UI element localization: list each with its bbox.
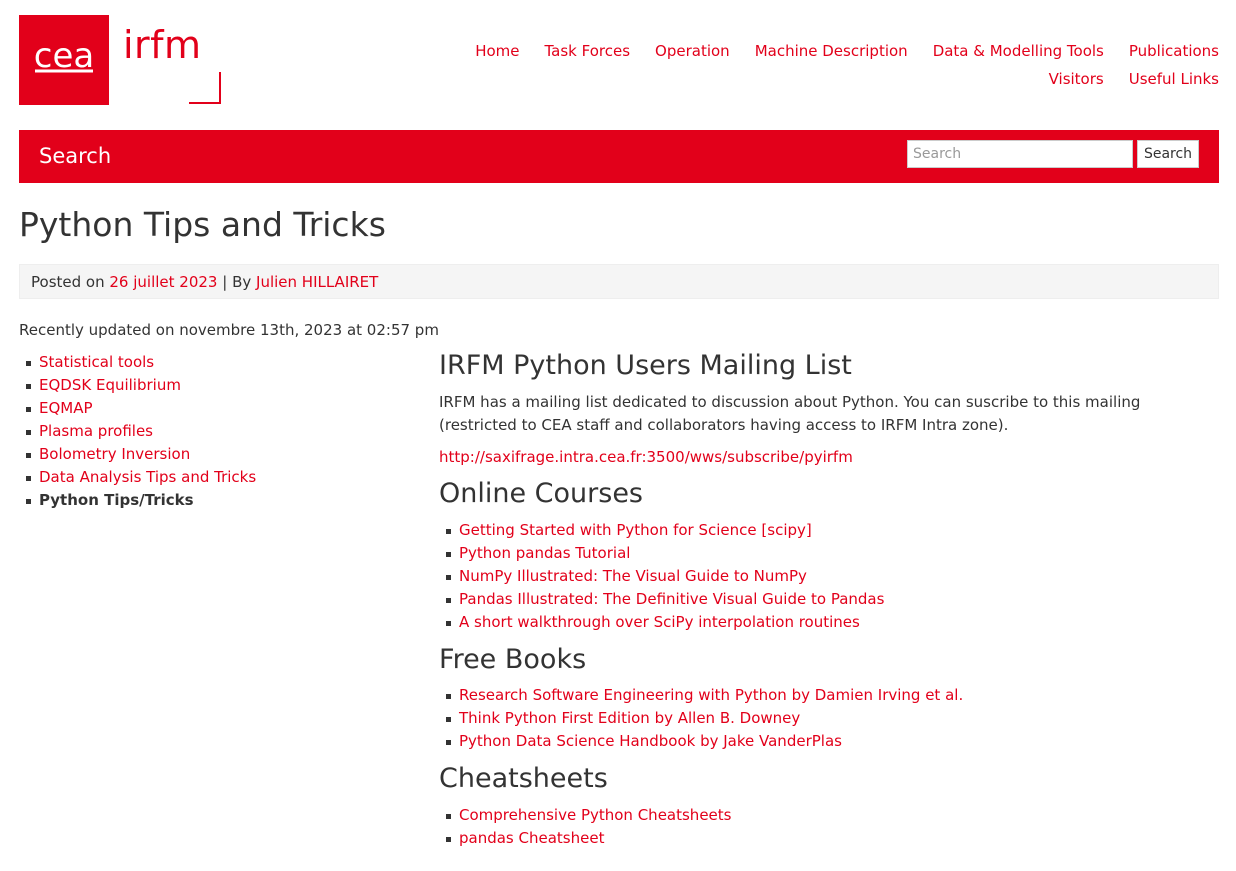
mailing-list-link[interactable]: http://saxifrage.intra.cea.fr:3500/wws/s… <box>439 448 853 466</box>
cheatsheets-heading: Cheatsheets <box>439 763 608 795</box>
sidebar-item-statistical-tools: Statistical tools <box>19 352 256 375</box>
article-content: IRFM Python Users Mailing List IRFM has … <box>439 350 1219 860</box>
main-nav: Home Task Forces Operation Machine Descr… <box>475 42 1219 60</box>
online-courses-heading: Online Courses <box>439 478 644 510</box>
list-item: Research Software Engineering with Pytho… <box>439 685 1219 708</box>
free-books-heading: Free Books <box>439 643 587 675</box>
mailing-list-heading: IRFM Python Users Mailing List <box>439 350 852 381</box>
nav-visitors[interactable]: Visitors <box>1049 70 1104 88</box>
list-item: Comprehensive Python Cheatsheets <box>439 805 1219 828</box>
nav-machine-description[interactable]: Machine Description <box>755 42 908 60</box>
page-title: Python Tips and Tricks <box>19 205 386 244</box>
cheatsheet-link[interactable]: Comprehensive Python Cheatsheets <box>459 806 731 824</box>
sidebar-item-plasma-profiles: Plasma profiles <box>19 421 256 444</box>
post-meta: Posted on 26 juillet 2023 | By Julien HI… <box>19 264 1219 299</box>
course-link[interactable]: Getting Started with Python for Science … <box>459 521 812 539</box>
online-courses-list: Getting Started with Python for Science … <box>439 520 1219 635</box>
sidebar-item-data-analysis: Data Analysis Tips and Tricks <box>19 467 256 490</box>
mailing-list-text: IRFM has a mailing list dedicated to dis… <box>439 393 1141 435</box>
nav-home[interactable]: Home <box>475 42 519 60</box>
list-item: Python pandas Tutorial <box>439 543 1219 566</box>
site-name[interactable]: irfm <box>123 26 202 64</box>
sidebar-item-python-tips: Python Tips/Tricks <box>19 490 256 513</box>
sidebar-link[interactable]: Plasma profiles <box>39 422 153 440</box>
course-link[interactable]: A short walkthrough over SciPy interpola… <box>459 613 860 631</box>
sidebar-link[interactable]: Statistical tools <box>39 353 154 371</box>
sidebar-item-bolometry: Bolometry Inversion <box>19 444 256 467</box>
nav-useful-links[interactable]: Useful Links <box>1129 70 1219 88</box>
cheatsheets-list: Comprehensive Python Cheatsheets pandas … <box>439 805 1219 851</box>
list-item: pandas Cheatsheet <box>439 828 1219 851</box>
updated-notice: Recently updated on novembre 13th, 2023 … <box>19 321 439 339</box>
cea-logo[interactable]: cea <box>19 15 109 105</box>
nav-operation[interactable]: Operation <box>655 42 730 60</box>
sidebar-current-label: Python Tips/Tricks <box>39 491 194 509</box>
list-item: NumPy Illustrated: The Visual Guide to N… <box>439 566 1219 589</box>
search-input[interactable] <box>907 140 1133 168</box>
book-link[interactable]: Python Data Science Handbook by Jake Van… <box>459 732 842 750</box>
nav-publications[interactable]: Publications <box>1129 42 1219 60</box>
course-link[interactable]: Python pandas Tutorial <box>459 544 630 562</box>
nav-task-forces[interactable]: Task Forces <box>544 42 630 60</box>
free-books-list: Research Software Engineering with Pytho… <box>439 685 1219 754</box>
secondary-nav: Visitors Useful Links <box>1049 70 1219 88</box>
sidebar-link[interactable]: EQMAP <box>39 399 93 417</box>
sidebar-item-eqdsk: EQDSK Equilibrium <box>19 375 256 398</box>
posted-on-label: Posted on <box>31 273 105 291</box>
post-date-link[interactable]: 26 juillet 2023 <box>109 273 217 291</box>
sidebar-menu: Statistical tools EQDSK Equilibrium EQMA… <box>19 352 256 513</box>
author-separator: | By <box>222 273 252 291</box>
list-item: Pandas Illustrated: The Definitive Visua… <box>439 589 1219 612</box>
course-link[interactable]: NumPy Illustrated: The Visual Guide to N… <box>459 567 807 585</box>
list-item: Think Python First Edition by Allen B. D… <box>439 708 1219 731</box>
search-band-title: Search <box>39 144 112 168</box>
book-link[interactable]: Think Python First Edition by Allen B. D… <box>459 709 800 727</box>
nav-data-modelling-tools[interactable]: Data & Modelling Tools <box>933 42 1104 60</box>
sidebar-link[interactable]: Data Analysis Tips and Tricks <box>39 468 256 486</box>
sidebar-link[interactable]: Bolometry Inversion <box>39 445 190 463</box>
list-item: A short walkthrough over SciPy interpola… <box>439 612 1219 635</box>
sidebar-link[interactable]: EQDSK Equilibrium <box>39 376 181 394</box>
book-link[interactable]: Research Software Engineering with Pytho… <box>459 686 963 704</box>
list-item: Python Data Science Handbook by Jake Van… <box>439 731 1219 754</box>
cheatsheet-link[interactable]: pandas Cheatsheet <box>459 829 604 847</box>
search-button[interactable]: Search <box>1137 140 1199 168</box>
search-band: Search Search <box>19 130 1219 183</box>
sidebar-item-eqmap: EQMAP <box>19 398 256 421</box>
course-link[interactable]: Pandas Illustrated: The Definitive Visua… <box>459 590 884 608</box>
list-item: Getting Started with Python for Science … <box>439 520 1219 543</box>
logo-corner-mark <box>189 72 221 104</box>
cea-logo-icon: cea <box>34 36 94 76</box>
author-link[interactable]: Julien HILLAIRET <box>256 273 378 291</box>
